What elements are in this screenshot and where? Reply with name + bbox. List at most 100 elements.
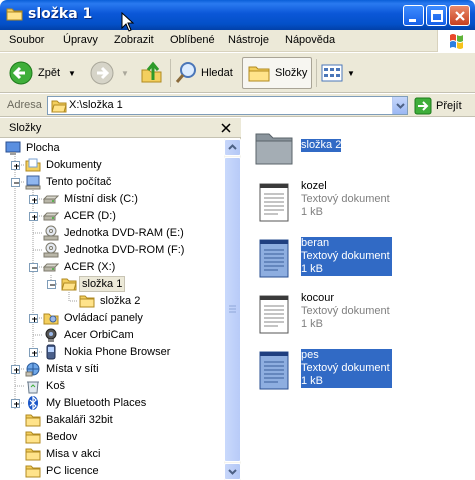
chevron-down-icon[interactable]: ▼ [121, 69, 129, 78]
expand-toggle[interactable] [29, 314, 38, 323]
text-document-icon [259, 239, 289, 278]
file-list: složka 2 kozel Textový dokument 1 kB ber… [242, 118, 475, 480]
text-document-icon [259, 295, 289, 334]
scroll-thumb[interactable] [224, 157, 241, 462]
file-size: 1 kB [301, 263, 324, 275]
camera-icon [45, 328, 57, 342]
tree-item-kos[interactable]: Koš [25, 377, 67, 394]
network-icon [25, 362, 40, 376]
scroll-up-button[interactable] [224, 139, 241, 156]
tree-item-dvd-ram-e[interactable]: Jednotka DVD-RAM (E:) [43, 224, 186, 241]
chevron-down-icon[interactable]: ▼ [68, 69, 76, 78]
forward-arrow-icon [90, 61, 114, 85]
folder-icon [25, 448, 41, 460]
dvd-drive-icon [43, 225, 59, 240]
file-name: kozel [301, 180, 327, 192]
address-dropdown-button[interactable] [392, 97, 407, 114]
hard-drive-icon [43, 195, 59, 203]
scroll-down-button[interactable] [224, 463, 241, 480]
views-icon [321, 64, 343, 82]
collapse-toggle[interactable] [11, 178, 20, 187]
tree-item-acer-d[interactable]: ACER (D:) [43, 207, 118, 224]
tree-item-ovladaci-panely[interactable]: Ovládací panely [43, 309, 145, 326]
hard-drive-icon [43, 263, 59, 271]
address-value: X:\složka 1 [69, 99, 123, 111]
folders-label: Složky [275, 67, 308, 79]
address-label: Adresa [7, 99, 42, 111]
tree-item-acer-x[interactable]: ACER (X:) [43, 258, 117, 275]
expand-toggle[interactable] [29, 212, 38, 221]
file-name: beran [301, 237, 330, 249]
menu-napoveda[interactable]: Nápověda [285, 34, 335, 46]
folders-icon [248, 66, 270, 82]
folder-icon [25, 431, 41, 443]
menu-soubor[interactable]: Soubor [9, 34, 44, 46]
file-type: Textový dokument [301, 305, 390, 317]
file-item-beran[interactable]: beran Textový dokument 1 kB [242, 232, 475, 282]
vertical-scrollbar[interactable] [224, 139, 241, 480]
phone-icon [46, 344, 56, 359]
menu-zobrazit[interactable]: Zobrazit [114, 34, 154, 46]
collapse-toggle[interactable] [29, 263, 38, 272]
expand-toggle[interactable] [11, 161, 20, 170]
tree-item-misa-v-akci[interactable]: Misa v akci [25, 445, 102, 462]
recycle-bin-icon [27, 381, 39, 393]
forward-button[interactable]: ▼ [89, 57, 131, 89]
close-button[interactable] [449, 5, 470, 26]
chevron-up-icon [228, 144, 237, 150]
file-item-kozel[interactable]: kozel Textový dokument 1 kB [242, 176, 475, 226]
mouse-cursor-icon [121, 12, 135, 32]
tree-item-dokumenty[interactable]: Dokumenty [25, 156, 104, 173]
file-item-kocour[interactable]: kocour Textový dokument 1 kB [242, 288, 475, 338]
maximize-button[interactable] [426, 5, 447, 26]
title-bar[interactable]: složka 1 [0, 0, 475, 30]
search-button[interactable]: Hledat [174, 57, 236, 89]
go-button[interactable]: Přejít [414, 96, 462, 115]
chevron-down-icon[interactable]: ▼ [347, 69, 355, 78]
tree-item-tento-pocitac[interactable]: Tento počítač [25, 173, 113, 190]
chevron-down-icon [228, 469, 237, 475]
tree-item-mista-v-siti[interactable]: Místa v síti [25, 360, 101, 377]
tree-item-bakalari-32bit[interactable]: Bakaláři 32bit [25, 411, 115, 428]
expand-toggle[interactable] [11, 399, 20, 408]
tree-item-mistni-disk-c[interactable]: Místní disk (C:) [43, 190, 140, 207]
tree-item-bedov[interactable]: Bedov [25, 428, 79, 445]
up-folder-button[interactable] [139, 57, 165, 89]
collapse-toggle[interactable] [47, 280, 56, 289]
file-item-pes[interactable]: pes Textový dokument 1 kB [242, 344, 475, 394]
expand-toggle[interactable] [11, 365, 20, 374]
address-bar: Adresa X:\složka 1 Přejít [0, 94, 475, 117]
tree-item-dvd-rom-f[interactable]: Jednotka DVD-ROM (F:) [43, 241, 186, 258]
tree-item-acer-orbicam[interactable]: Acer OrbiCam [43, 326, 136, 343]
text-document-icon [259, 183, 289, 222]
address-input[interactable]: X:\složka 1 [47, 96, 408, 115]
tree-item-nokia-phone-browser[interactable]: Nokia Phone Browser [43, 343, 172, 360]
tree-item-plocha[interactable]: Plocha [5, 139, 62, 156]
tree-item-my-bluetooth-places[interactable]: My Bluetooth Places [25, 394, 148, 411]
hard-drive-icon [43, 212, 59, 220]
tree-item-slozka-2[interactable]: složka 2 [79, 292, 142, 309]
tree-item-label-selected: složka 1 [78, 275, 126, 292]
expand-toggle[interactable] [29, 348, 38, 357]
file-item-slozka-2[interactable]: složka 2 [242, 121, 475, 171]
documents-icon [25, 158, 41, 171]
minimize-button[interactable] [403, 5, 424, 26]
views-button[interactable]: ▼ [320, 57, 356, 89]
control-panel-icon [43, 313, 59, 324]
file-type: Textový dokument [301, 193, 390, 205]
menu-oblibene[interactable]: Oblíbené [170, 34, 215, 46]
tree-item-pc-licence[interactable]: PC licence [25, 462, 101, 479]
file-size: 1 kB [301, 375, 324, 387]
menu-nastroje[interactable]: Nástroje [228, 34, 269, 46]
tree-item-slozka-1[interactable]: složka 1 [61, 275, 126, 292]
folders-button[interactable]: Složky [242, 57, 312, 89]
up-folder-icon [141, 61, 162, 83]
file-type: Textový dokument [301, 250, 390, 262]
close-icon[interactable] [219, 121, 233, 135]
folders-panel-header: Složky [0, 118, 241, 138]
back-button[interactable]: Zpět ▼ [8, 57, 82, 89]
folder-icon [25, 414, 41, 426]
menu-upravy[interactable]: Úpravy [63, 34, 98, 46]
open-folder-icon [61, 278, 77, 290]
expand-toggle[interactable] [29, 195, 38, 204]
